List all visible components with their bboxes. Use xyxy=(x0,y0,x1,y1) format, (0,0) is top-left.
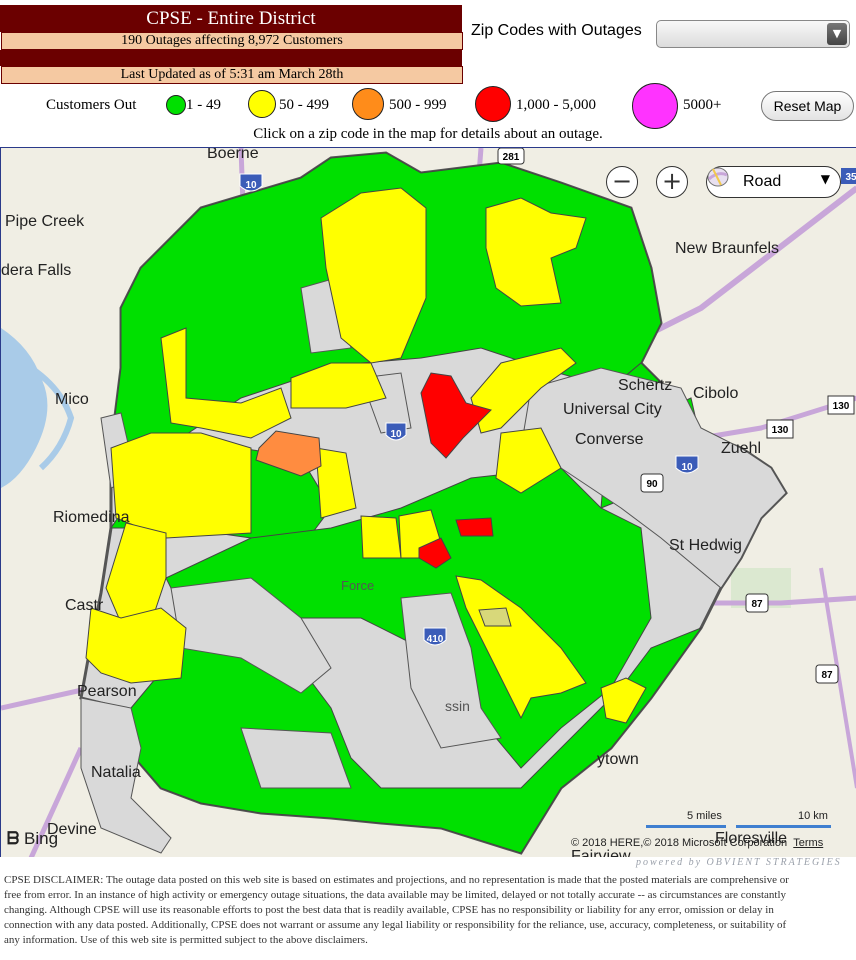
town-label: Pipe Creek xyxy=(5,213,85,230)
highway-label: 10 xyxy=(245,180,257,191)
us-highway-shield-icon: 90 xyxy=(640,473,664,493)
bing-b-icon: ᗷ xyxy=(7,829,20,848)
zip-zone-yellow-west-2[interactable] xyxy=(110,432,252,539)
outages-summary: 190 Outages affecting 8,972 Customers xyxy=(1,32,463,50)
town-label: Cibolo xyxy=(693,385,738,402)
zip-zone-yellow-downtown[interactable] xyxy=(360,515,402,559)
road-map-icon xyxy=(707,167,729,187)
map-type-label: Road xyxy=(743,173,782,190)
town-label: Zuehl xyxy=(721,440,761,457)
town-label: Mico xyxy=(55,391,89,408)
town-label: Schertz xyxy=(618,377,672,394)
district-title: CPSE - Entire District xyxy=(0,5,462,32)
copyright-text: © 2018 HERE,© 2018 Microsoft Corporation xyxy=(571,837,788,849)
legend-label-5000-plus: 5000+ xyxy=(683,97,722,113)
chevron-down-icon: ▼ xyxy=(820,172,830,186)
map-canvas[interactable]: Boerne Pipe Creek dera Falls Mico Riomed… xyxy=(1,148,856,857)
town-label: Converse xyxy=(575,431,644,448)
highway-label: 87 xyxy=(821,670,833,681)
interstate-shield-icon: 10 xyxy=(675,455,699,474)
map-type-select[interactable]: Road ▼ xyxy=(706,166,841,198)
map-copyright: © 2018 HERE,© 2018 Microsoft Corporation… xyxy=(571,837,823,849)
town-label: New Braunfels xyxy=(675,240,779,257)
highway-label: 35 xyxy=(845,172,856,183)
state-highway-shield-icon: 130 xyxy=(766,419,794,439)
interstate-shield-icon: 35 xyxy=(841,168,856,184)
town-label: Riomedina xyxy=(53,509,130,526)
legend-dot-yellow xyxy=(248,90,276,118)
town-label: Fairview xyxy=(571,848,631,857)
interstate-shield-icon: 410 xyxy=(423,627,447,646)
bing-wordmark: Bing xyxy=(24,829,59,848)
highway-label: 87 xyxy=(751,599,763,610)
highway-label: 130 xyxy=(772,425,789,436)
legend-label-500-999: 500 - 999 xyxy=(389,97,447,113)
scale-miles-label: 5 miles xyxy=(687,810,722,822)
town-label: Natalia xyxy=(91,764,141,781)
us-highway-shield-icon: 87 xyxy=(745,593,769,613)
legend-dot-magenta xyxy=(632,83,678,129)
highway-label: 10 xyxy=(390,429,402,440)
legend-label-50-499: 50 - 499 xyxy=(279,97,329,113)
bing-logo: ᗷ Bing xyxy=(7,829,58,849)
interstate-shield-icon: 10 xyxy=(239,173,263,192)
us-highway-shield-icon: 87 xyxy=(815,664,839,684)
zip-code-select[interactable]: ▼ xyxy=(656,20,850,48)
state-highway-shield-icon: 130 xyxy=(827,395,855,415)
town-label: Force xyxy=(341,578,374,593)
powered-by: powered by OBVIENT STRATEGIES xyxy=(636,857,842,868)
reset-map-button[interactable]: Reset Map xyxy=(761,91,854,121)
town-label: dera Falls xyxy=(1,262,71,279)
legend-label-1-49: 1 - 49 xyxy=(186,97,221,113)
zip-zone-red-east[interactable] xyxy=(455,517,494,537)
zoom-in-button[interactable]: + xyxy=(656,166,688,198)
map-instruction: Click on a zip code in the map for detai… xyxy=(253,126,603,142)
town-label: ssin xyxy=(445,698,470,714)
interstate-shield-icon: 10 xyxy=(385,422,407,441)
terms-link[interactable]: Terms xyxy=(793,837,823,849)
zip-filter-label: Zip Codes with Outages xyxy=(471,22,642,39)
legend-dot-green xyxy=(166,95,186,115)
highway-label: 130 xyxy=(833,401,850,412)
highway-label: 281 xyxy=(503,152,520,163)
legend-label-1000-5000: 1,000 - 5,000 xyxy=(516,97,596,113)
town-label: Pearson xyxy=(77,683,137,700)
legend-dot-red xyxy=(475,86,511,122)
zip-zone-olive[interactable] xyxy=(478,607,512,627)
highway-label: 410 xyxy=(427,634,444,645)
chevron-down-icon[interactable]: ▼ xyxy=(827,23,847,45)
disclaimer-text: CPSE DISCLAIMER: The outage data posted … xyxy=(4,874,789,946)
town-label: Castr xyxy=(65,597,104,614)
legend-title: Customers Out xyxy=(46,97,137,113)
zip-zone-yellow-southwest[interactable] xyxy=(85,607,187,684)
zoom-out-button[interactable]: − xyxy=(606,166,638,198)
town-label: ytown xyxy=(597,751,639,768)
scale-bar-miles xyxy=(646,825,726,828)
town-label: Boerne xyxy=(207,148,259,162)
us-highway-shield-icon: 281 xyxy=(497,148,525,165)
last-updated: Last Updated as of 5:31 am March 28th xyxy=(1,66,463,84)
legend-dot-orange xyxy=(352,88,384,120)
scale-km-label: 10 km xyxy=(798,810,828,822)
highway-label: 10 xyxy=(681,462,693,473)
scale-bar-km xyxy=(736,825,831,828)
header-divider xyxy=(0,50,462,66)
highway-label: 90 xyxy=(646,479,658,490)
town-label: St Hedwig xyxy=(669,537,742,554)
outage-map[interactable]: Boerne Pipe Creek dera Falls Mico Riomed… xyxy=(0,147,856,857)
town-label: Universal City xyxy=(563,401,662,418)
lake-shape xyxy=(1,328,48,488)
